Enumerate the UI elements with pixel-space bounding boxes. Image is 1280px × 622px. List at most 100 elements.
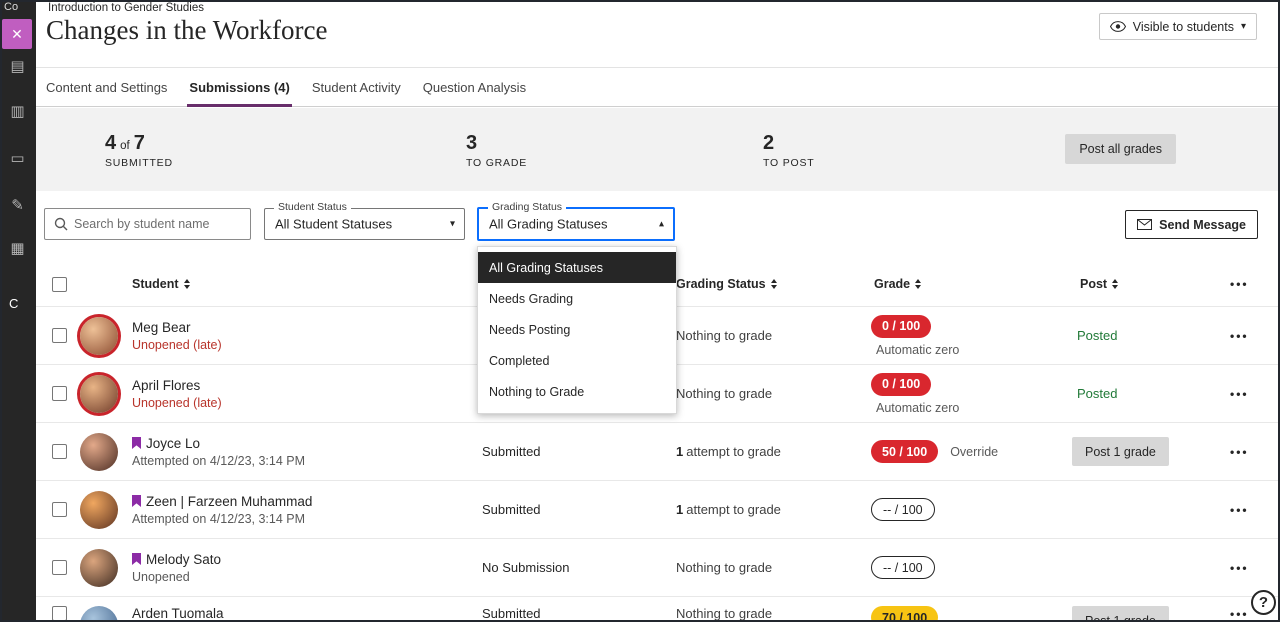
grade-pill[interactable]: 0 / 100 xyxy=(871,315,931,338)
grade-note: Automatic zero xyxy=(871,343,1072,357)
override-label: Override xyxy=(950,445,998,459)
row-checkbox[interactable] xyxy=(52,386,67,401)
table-row: Zeen | Farzeen Muhammad Attempted on 4/1… xyxy=(36,480,1280,538)
column-header-grade-label: Grade xyxy=(874,277,910,291)
student-name[interactable]: Melody Sato xyxy=(146,552,221,567)
grade-pill[interactable]: 70 / 100 xyxy=(871,606,938,622)
row-menu-button[interactable]: ••• xyxy=(1230,445,1249,459)
row-checkbox[interactable] xyxy=(52,560,67,575)
pencil-icon[interactable]: ✎ xyxy=(8,196,27,215)
row-checkbox[interactable] xyxy=(52,502,67,517)
student-avatar xyxy=(80,491,118,529)
row-menu-button[interactable]: ••• xyxy=(1230,503,1249,517)
visibility-dropdown-button[interactable]: Visible to students ▾ xyxy=(1099,13,1257,40)
grading-status-cell: Nothing to grade xyxy=(676,386,871,401)
row-checkbox[interactable] xyxy=(52,444,67,459)
submission-status: No Submission xyxy=(482,560,676,575)
student-substatus: Attempted on 4/12/23, 3:14 PM xyxy=(132,512,482,526)
document-icon[interactable]: ▭ xyxy=(8,149,27,168)
rail-partial-letter: C xyxy=(9,296,18,311)
grading-status-cell: 1attempt to grade xyxy=(676,502,871,517)
grade-pill[interactable]: -- / 100 xyxy=(871,556,935,579)
help-button[interactable]: ? xyxy=(1251,590,1276,615)
gradebook-icon[interactable]: ▦ xyxy=(8,239,27,258)
select-all-checkbox[interactable] xyxy=(52,277,67,292)
row-menu-button[interactable]: ••• xyxy=(1230,387,1249,401)
column-header-grading-status[interactable]: Grading Status xyxy=(676,277,871,291)
row-menu-button[interactable]: ••• xyxy=(1230,561,1249,575)
column-header-grading-label: Grading Status xyxy=(676,277,766,291)
submitted-total: 7 xyxy=(134,132,145,155)
search-input[interactable] xyxy=(74,217,250,231)
content-icon[interactable]: ▤ xyxy=(8,57,27,76)
close-panel-button[interactable]: ✕ xyxy=(2,19,32,49)
grade-pill[interactable]: 0 / 100 xyxy=(871,373,931,396)
student-name[interactable]: Joyce Lo xyxy=(146,436,200,451)
dropdown-item-needs-posting[interactable]: Needs Posting xyxy=(478,314,676,345)
grade-pill[interactable]: 50 / 100 xyxy=(871,440,938,463)
accommodation-flag-icon xyxy=(132,553,141,565)
attempt-count: 1 xyxy=(676,502,683,517)
grading-status-value: All Grading Statuses xyxy=(489,217,608,232)
send-message-label: Send Message xyxy=(1159,218,1246,232)
row-checkbox[interactable] xyxy=(52,328,67,343)
post-all-grades-button[interactable]: Post all grades xyxy=(1065,134,1176,164)
dropdown-item-completed[interactable]: Completed xyxy=(478,345,676,376)
calculator-icon[interactable]: ▥ xyxy=(8,102,27,121)
send-message-button[interactable]: Send Message xyxy=(1125,210,1258,239)
grading-status-cell: Nothing to grade xyxy=(676,560,871,575)
column-header-student[interactable]: Student xyxy=(132,277,482,291)
dropdown-item-nothing-to-grade[interactable]: Nothing to Grade xyxy=(478,376,676,407)
student-status-select[interactable]: Student Status All Student Statuses ▾ xyxy=(264,208,465,240)
grade-pill[interactable]: -- / 100 xyxy=(871,498,935,521)
column-header-grade[interactable]: Grade xyxy=(871,277,1072,291)
student-search-box xyxy=(44,208,251,240)
sort-icon xyxy=(915,279,921,289)
submitted-label: SUBMITTED xyxy=(105,157,173,169)
grading-status-select[interactable]: Grading Status All Grading Statuses ▴ xyxy=(477,207,675,241)
post-grade-button[interactable]: Post 1 grade xyxy=(1072,606,1169,622)
student-substatus: Unopened (late) xyxy=(132,338,482,352)
grading-status-dropdown-menu: All Grading Statuses Needs Grading Needs… xyxy=(477,246,677,414)
student-avatar xyxy=(80,433,118,471)
envelope-icon xyxy=(1137,219,1152,230)
attempt-text: attempt to grade xyxy=(686,502,781,517)
to-grade-count: 3 xyxy=(466,132,477,155)
posted-label: Posted xyxy=(1072,328,1117,343)
dropdown-item-all-grading-statuses[interactable]: All Grading Statuses xyxy=(478,252,676,283)
table-row: Melody Sato Unopened No Submission Nothi… xyxy=(36,538,1280,596)
stats-bar: 4 of 7 SUBMITTED 3 TO GRADE 2 TO POST Po… xyxy=(36,108,1280,191)
tab-question-analysis[interactable]: Question Analysis xyxy=(421,68,528,106)
grading-status-label: Grading Status xyxy=(488,201,566,213)
row-checkbox[interactable] xyxy=(52,606,67,621)
visibility-label: Visible to students xyxy=(1133,20,1234,34)
student-substatus: Attempted on 4/12/23, 3:14 PM xyxy=(132,454,482,468)
post-grade-button[interactable]: Post 1 grade xyxy=(1072,437,1169,466)
row-menu-button[interactable]: ••• xyxy=(1230,607,1249,621)
student-name[interactable]: Arden Tuomala xyxy=(132,606,224,621)
student-name[interactable]: Meg Bear xyxy=(132,320,191,335)
column-header-student-label: Student xyxy=(132,277,179,291)
student-name[interactable]: Zeen | Farzeen Muhammad xyxy=(146,494,312,509)
tab-submissions[interactable]: Submissions (4) xyxy=(187,68,291,106)
accommodation-flag-icon xyxy=(132,495,141,507)
page-title: Changes in the Workforce xyxy=(46,15,328,46)
chevron-up-icon: ▴ xyxy=(659,219,664,230)
row-menu-button[interactable]: ••• xyxy=(1230,329,1249,343)
tab-content-and-settings[interactable]: Content and Settings xyxy=(44,68,169,106)
student-substatus: Unopened xyxy=(132,570,482,584)
student-name[interactable]: April Flores xyxy=(132,378,200,393)
to-post-label: TO POST xyxy=(763,157,815,169)
column-header-post-label: Post xyxy=(1080,277,1107,291)
column-header-post[interactable]: Post xyxy=(1072,277,1230,291)
student-status-value: All Student Statuses xyxy=(275,217,392,232)
search-icon xyxy=(54,217,68,231)
tab-student-activity[interactable]: Student Activity xyxy=(310,68,403,106)
dropdown-item-needs-grading[interactable]: Needs Grading xyxy=(478,283,676,314)
grading-status-cell: 1attempt to grade xyxy=(676,444,871,459)
submitted-of: of xyxy=(120,140,130,152)
table-menu-button[interactable]: ••• xyxy=(1230,277,1249,291)
table-row: Joyce Lo Attempted on 4/12/23, 3:14 PM S… xyxy=(36,422,1280,480)
chevron-down-icon: ▾ xyxy=(1241,21,1246,32)
student-avatar xyxy=(80,606,118,622)
